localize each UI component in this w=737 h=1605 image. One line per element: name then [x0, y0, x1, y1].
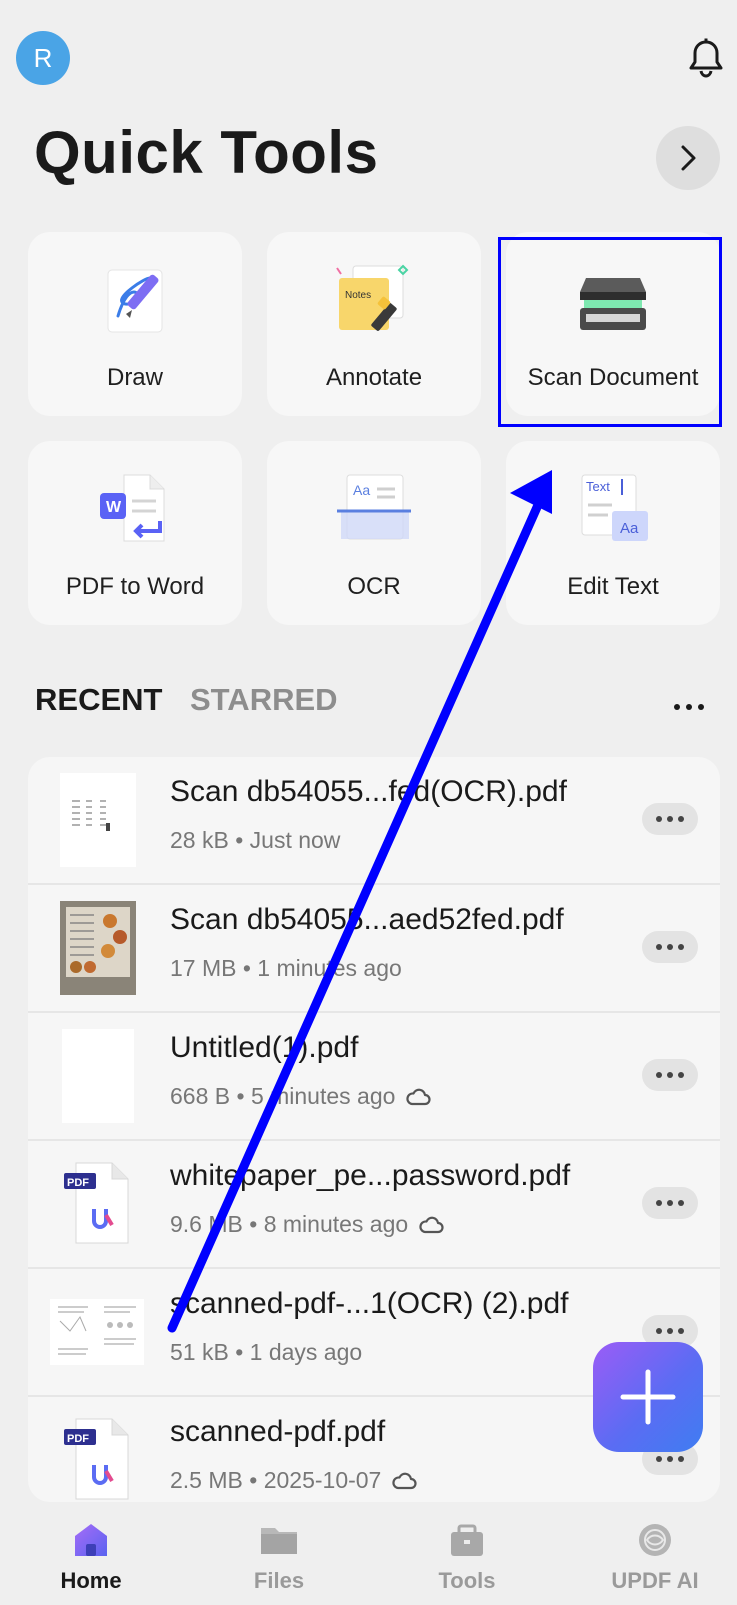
file-meta-text: 51 kB • 1 days ago [170, 1339, 363, 1365]
tool-annotate[interactable]: Notes Annotate [267, 232, 481, 416]
tool-label: Annotate [325, 364, 423, 391]
nav-label: Tools [438, 1568, 496, 1593]
tool-label: OCR [347, 573, 401, 600]
tab-starred[interactable]: STARRED [190, 682, 338, 718]
more-options-icon[interactable] [672, 700, 706, 714]
file-meta: 668 B • 5 minutes ago [170, 1083, 432, 1110]
cloud-icon [419, 1216, 444, 1233]
file-name: scanned-pdf.pdf [170, 1415, 386, 1448]
folder-icon [261, 1528, 297, 1554]
nav-home[interactable]: Home [16, 1502, 166, 1605]
ocr-icon-text: Aa [353, 482, 370, 498]
annotate-icon: Notes [336, 264, 409, 331]
file-meta-text: 9.6 MB • 8 minutes ago [170, 1211, 409, 1237]
tool-draw[interactable]: Draw [28, 232, 242, 416]
plus-icon [620, 1369, 676, 1425]
file-name: Scan db54055...fed(OCR).pdf [170, 775, 567, 808]
edit-text-word: Text [586, 479, 610, 494]
file-name: Scan db54055...aed52fed.pdf [170, 903, 564, 936]
file-more-button[interactable] [642, 1187, 698, 1219]
word-badge-text: W [106, 499, 122, 516]
nav-label: UPDF AI [611, 1568, 699, 1593]
cloud-icon [392, 1472, 417, 1489]
file-more-button[interactable] [642, 931, 698, 963]
nav-updf-ai[interactable]: UPDF AI [580, 1502, 730, 1605]
file-row[interactable]: Scan db54055...aed52fed.pdf 17 MB • 1 mi… [28, 885, 720, 1013]
notification-bell-icon[interactable] [688, 38, 724, 80]
add-button[interactable] [593, 1342, 703, 1452]
file-meta-text: 17 MB • 1 minutes ago [170, 955, 402, 981]
file-thumbnail [62, 1029, 134, 1123]
file-thumbnail [60, 901, 136, 995]
pdf-badge-text: PDF [67, 1177, 89, 1189]
highlight-box [498, 237, 722, 427]
cloud-icon [406, 1088, 432, 1105]
tool-label: Draw [106, 364, 163, 391]
tool-label: PDF to Word [65, 573, 205, 600]
file-name: whitepaper_pe...password.pdf [170, 1159, 571, 1192]
file-row[interactable]: Scan db54055...fed(OCR).pdf 28 kB • Just… [28, 757, 720, 885]
pdf-to-word-icon: W [100, 474, 165, 542]
file-meta-text: 2.5 MB • 2025-10-07 [170, 1467, 382, 1493]
chevron-right-icon [681, 145, 696, 171]
file-meta-text: 668 B • 5 minutes ago [170, 1083, 396, 1109]
ocr-icon: Aa [337, 474, 411, 540]
pdf-badge-text: PDF [67, 1433, 89, 1445]
file-name: Untitled(1).pdf [170, 1031, 359, 1064]
nav-label: Home [60, 1568, 122, 1593]
edit-text-icon: Text Aa [581, 474, 648, 541]
draw-icon [107, 269, 163, 333]
nav-tools[interactable]: Tools [392, 1502, 542, 1605]
file-more-button[interactable] [642, 1059, 698, 1091]
tool-label: Edit Text [567, 573, 659, 600]
bottom-navigation: Home Files Tools UPDF AI [0, 1502, 737, 1605]
file-row[interactable]: Untitled(1).pdf 668 B • 5 minutes ago [28, 1013, 720, 1141]
file-row[interactable]: PDF whitepaper_pe...password.pdf 9.6 MB … [28, 1141, 720, 1269]
quick-tools-more-button[interactable] [656, 126, 720, 190]
file-meta: 28 kB • Just now [170, 827, 340, 854]
note-text: Notes [345, 290, 371, 301]
home-icon [75, 1524, 107, 1556]
ai-icon [639, 1524, 671, 1556]
file-meta-text: 28 kB • Just now [170, 827, 341, 853]
tool-edit-text[interactable]: Text Aa Edit Text [506, 441, 720, 625]
nav-label: Files [253, 1568, 305, 1593]
tab-recent[interactable]: RECENT [35, 682, 162, 718]
file-meta: 17 MB • 1 minutes ago [170, 955, 402, 982]
nav-files[interactable]: Files [204, 1502, 354, 1605]
pdf-file-icon: PDF [64, 1162, 129, 1244]
pdf-file-icon: PDF [64, 1418, 129, 1500]
edit-text-sub: Aa [620, 520, 639, 537]
file-meta: 2.5 MB • 2025-10-07 [170, 1467, 417, 1494]
toolbox-icon [451, 1524, 483, 1556]
file-thumbnail [50, 1299, 144, 1365]
page-title: Quick Tools [34, 119, 379, 186]
tool-pdf-to-word[interactable]: W PDF to Word [28, 441, 242, 625]
file-meta: 9.6 MB • 8 minutes ago [170, 1211, 444, 1238]
file-name: scanned-pdf-...1(OCR) (2).pdf [170, 1287, 569, 1320]
file-more-button[interactable] [642, 803, 698, 835]
file-thumbnail [60, 773, 136, 867]
tool-ocr[interactable]: Aa OCR [267, 441, 481, 625]
file-meta: 51 kB • 1 days ago [170, 1339, 362, 1366]
avatar[interactable]: R [16, 31, 70, 85]
